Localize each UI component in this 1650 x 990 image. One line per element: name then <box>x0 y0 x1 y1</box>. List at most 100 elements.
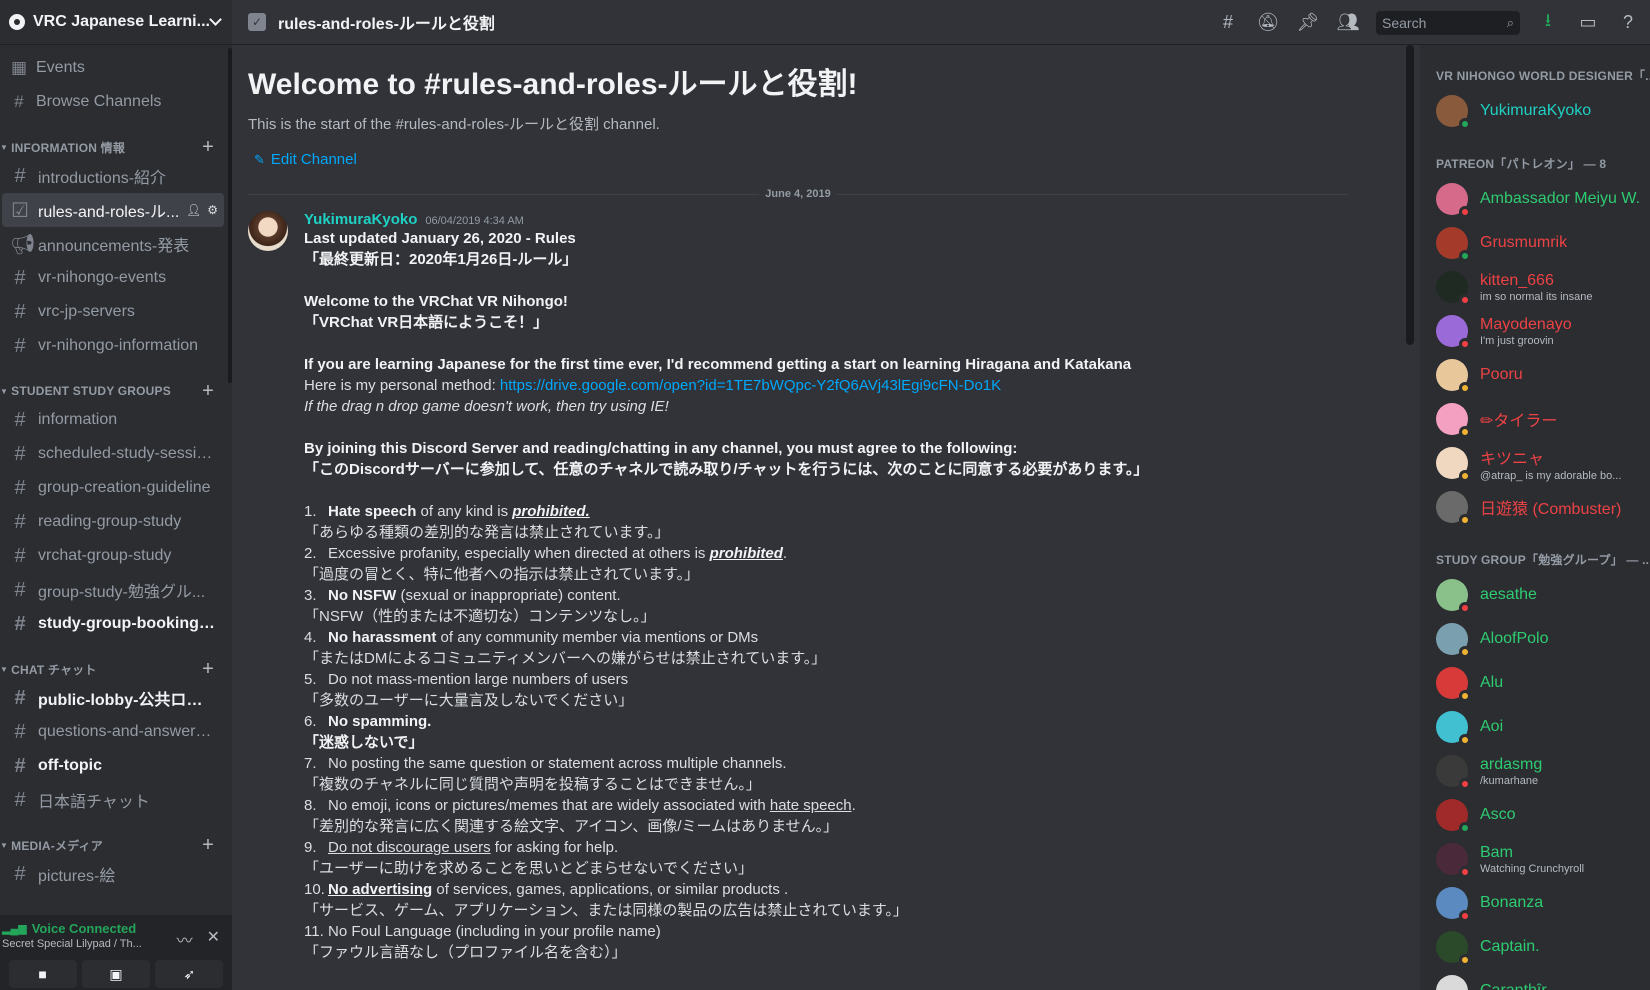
channel-name: vr-nihongo-events <box>38 269 167 286</box>
noise-suppression-icon[interactable]: 〰 <box>177 927 193 951</box>
add-channel-icon[interactable]: + <box>202 834 214 857</box>
category-header[interactable]: ▼ MEDIA-メディア + <box>0 833 232 857</box>
member-item[interactable]: Bonanza <box>1436 881 1650 925</box>
voice-channel-name[interactable]: Secret Special Lilypad / Th... <box>2 938 152 950</box>
channel-item[interactable]: # vr-nihongo-information <box>2 329 224 363</box>
hash-icon: # <box>14 612 26 635</box>
member-item[interactable]: YukimuraKyoko <box>1436 89 1650 133</box>
activity-button[interactable]: ➶ <box>155 960 224 988</box>
voice-connected-label[interactable]: Voice Connected <box>32 921 137 936</box>
member-item[interactable]: Alu <box>1436 661 1650 705</box>
message-line: 「最終更新日：2020年1月26日-ルール」 <box>304 251 578 268</box>
avatar <box>1436 271 1471 306</box>
channel-item[interactable]: # study-group-booking-ch... <box>2 607 224 641</box>
avatar[interactable] <box>248 211 288 251</box>
member-item[interactable]: Caranthîr <box>1436 969 1650 990</box>
edit-channel-link[interactable]: ✎ Edit Channel <box>248 151 1392 168</box>
signal-icon[interactable]: ▂▄▆ <box>2 922 27 935</box>
server-header[interactable]: VRC Japanese Learni... <box>0 0 232 45</box>
rule-text: of any kind is <box>416 503 513 520</box>
drive-link[interactable]: https://drive.google.com/open?id=1TE7bWQ… <box>500 377 1001 394</box>
avatar <box>1436 95 1471 130</box>
download-icon[interactable]: ⭳ <box>1536 10 1560 35</box>
camera-button[interactable]: ■ <box>8 960 77 988</box>
channel-item[interactable]: # public-lobby-公共ロビー <box>2 681 224 715</box>
member-item[interactable]: kitten_666 im so normal its insane <box>1436 265 1650 309</box>
channel-sidebar: VRC Japanese Learni... ▦ Events # Browse… <box>0 0 232 990</box>
member-item[interactable]: Captain. <box>1436 925 1650 969</box>
hash-icon: # <box>14 720 26 743</box>
rule-text: No posting the same question or statemen… <box>328 755 787 772</box>
gear-icon[interactable]: ⚙ <box>207 203 218 217</box>
pin-icon[interactable]: 📌︎ <box>1296 11 1320 35</box>
presence-status-icon <box>1459 954 1471 966</box>
threads-icon[interactable]: # <box>1216 11 1240 35</box>
member-item[interactable]: Aoi <box>1436 705 1650 749</box>
message: YukimuraKyoko 06/04/2019 4:34 AM Last up… <box>248 211 1392 963</box>
search-input[interactable] <box>1382 14 1492 31</box>
mute-bell-icon[interactable]: 🔕︎ <box>1256 11 1280 35</box>
channel-item[interactable]: # group-creation-guideline <box>2 471 224 505</box>
channel-item[interactable]: 📢︎ announcements-発表 <box>2 227 224 261</box>
member-group-title: VR NIHONGO WORLD DESIGNER「... <box>1436 69 1650 83</box>
member-item[interactable]: Bam Watching Crunchyroll <box>1436 837 1650 881</box>
category-name: MEDIA-メディア <box>11 838 103 853</box>
member-item[interactable]: AloofPolo <box>1436 617 1650 661</box>
channel-name: pictures-絵 <box>38 868 116 885</box>
disconnect-icon[interactable]: ✕ <box>207 927 220 951</box>
add-channel-icon[interactable]: + <box>202 136 214 159</box>
channel-item[interactable]: # questions-and-answers-... <box>2 715 224 749</box>
channel-name: announcements-発表 <box>38 238 190 255</box>
channel-item[interactable]: # reading-group-study <box>2 505 224 539</box>
add-channel-icon[interactable]: + <box>202 380 214 403</box>
invite-icon[interactable]: 👤︎ <box>186 203 201 217</box>
channel-item[interactable]: # introductions-紹介 <box>2 159 224 193</box>
category-header[interactable]: ▼ STUDENT STUDY GROUPS + <box>0 379 232 403</box>
member-list-icon[interactable]: 👥︎ <box>1336 11 1360 35</box>
avatar <box>1436 843 1471 878</box>
channel-item[interactable]: # scheduled-study-sessions <box>2 437 224 471</box>
inbox-icon[interactable]: ▭ <box>1576 11 1600 35</box>
message-author[interactable]: YukimuraKyoko <box>304 211 417 228</box>
presence-status-icon <box>1459 294 1471 306</box>
member-item[interactable]: Grusmumrik <box>1436 221 1650 265</box>
chat-scrollbar[interactable] <box>1406 45 1414 345</box>
channel-item[interactable]: # group-study-勉強グル... <box>2 573 224 607</box>
category-header[interactable]: ▼ CHAT チャット + <box>0 657 232 681</box>
channel-name: off-topic <box>38 757 102 774</box>
browse-channels-item[interactable]: # Browse Channels <box>2 85 224 119</box>
member-item[interactable]: Pooru <box>1436 353 1650 397</box>
member-item[interactable]: ardasmg/kumarhane <box>1436 749 1650 793</box>
member-item[interactable]: aesathe <box>1436 573 1650 617</box>
presence-status-icon <box>1459 734 1471 746</box>
member-name: YukimuraKyoko <box>1480 102 1592 119</box>
help-icon[interactable]: ? <box>1616 11 1640 35</box>
member-item[interactable]: 日遊猿 (Combuster) <box>1436 485 1650 529</box>
member-name: Captain. <box>1480 938 1540 955</box>
channel-name: study-group-booking-ch... <box>38 615 218 632</box>
channel-item[interactable]: # information <box>2 403 224 437</box>
channel-item[interactable]: # vrc-jp-servers <box>2 295 224 329</box>
chevron-down-icon[interactable] <box>209 13 222 26</box>
member-item[interactable]: Ambassador Meiyu W... <box>1436 177 1650 221</box>
channel-item[interactable]: # vr-nihongo-events <box>2 261 224 295</box>
rule-number: 1. <box>304 503 317 520</box>
member-item[interactable]: Mayodenayo I'm just groovin <box>1436 309 1650 353</box>
member-info: Bonanza <box>1480 894 1640 912</box>
channel-item[interactable]: # vrchat-group-study <box>2 539 224 573</box>
search-bar[interactable]: ⌕ <box>1376 10 1520 35</box>
channel-item[interactable]: ☑ rules-and-roles-ル... 👤︎ ⚙ <box>2 193 224 227</box>
channel-item[interactable]: # pictures-絵 <box>2 857 224 891</box>
channel-item[interactable]: # off-topic <box>2 749 224 783</box>
member-item[interactable]: ✏タイラー <box>1436 397 1650 441</box>
member-item[interactable]: Asco <box>1436 793 1650 837</box>
events-item[interactable]: ▦ Events <box>2 51 224 85</box>
add-channel-icon[interactable]: + <box>202 658 214 681</box>
member-group-title: PATREON「パトレオン」 — 8 <box>1436 157 1607 171</box>
avatar <box>1436 183 1471 218</box>
channel-item[interactable]: # 日本語チャット <box>2 783 224 817</box>
member-item[interactable]: キツニャ @atrap_ is my adorable bo... <box>1436 441 1650 485</box>
screen-share-button[interactable]: ▣ <box>81 960 150 988</box>
category-header[interactable]: ▼ INFORMATION 情報 + <box>0 135 232 159</box>
message-line: 「VRChat VR日本語にようこそ！」 <box>304 314 549 331</box>
